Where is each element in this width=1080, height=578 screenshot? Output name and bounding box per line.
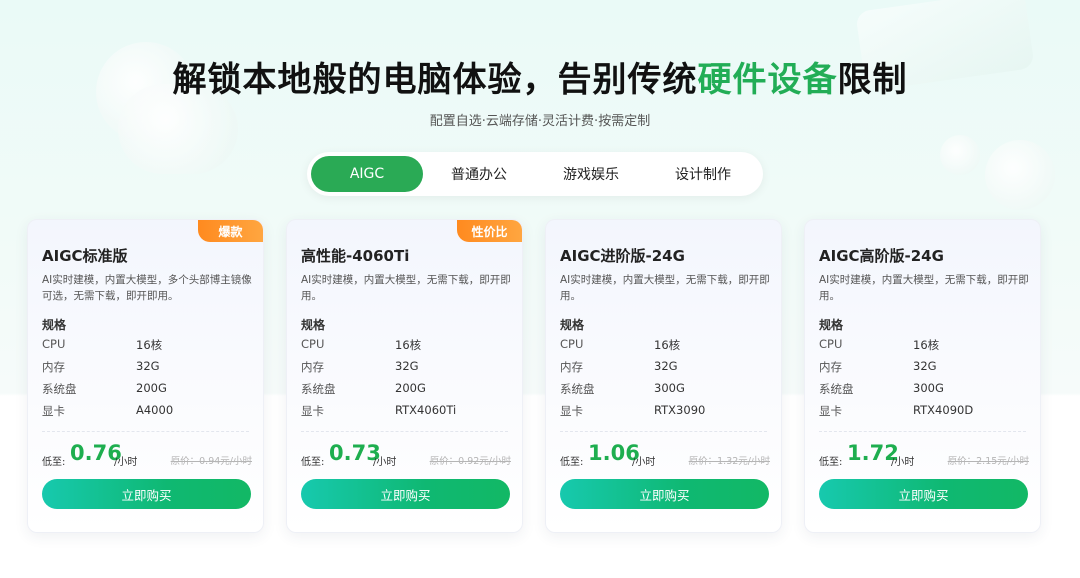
card-title: 高性能-4060Ti	[301, 247, 410, 265]
price-prefix: 低至:	[560, 457, 584, 468]
original-price: 原价：0.94元/小时	[170, 456, 252, 467]
spec-cpu: CPU 16核	[819, 337, 940, 352]
title-highlight: 硬件设备	[697, 60, 838, 100]
spec-cpu: CPU 16核	[42, 337, 163, 352]
buy-button[interactable]: 立即购买	[301, 479, 510, 509]
card-title: AIGC标准版	[42, 247, 128, 265]
divider	[819, 431, 1026, 432]
spec-heading: 规格	[301, 318, 326, 332]
divider	[560, 431, 767, 432]
spec-disk: 系统盘 300G	[560, 381, 685, 396]
spec-gpu: 显卡 RTX3090	[560, 403, 706, 418]
price-row: 低至: 1.72 /小时 原价：2.15元/小时	[819, 440, 1029, 470]
decor-disc-right	[940, 135, 980, 175]
product-card-aigc-premium: AIGC高阶版-24G AI实时建模，内置大模型，无需下载，即开即用。 规格 C…	[804, 219, 1041, 533]
price-row: 低至: 0.73 /小时 原价：0.92元/小时	[301, 440, 511, 470]
page-subtitle: 配置自选·云端存储·灵活计费·按需定制	[429, 114, 651, 129]
card-description: AI实时建模，内置大模型，无需下载，即开即用。	[301, 274, 511, 302]
spec-memory: 内存 32G	[560, 359, 678, 374]
product-card-4060ti: 性价比 高性能-4060Ti AI实时建模，内置大模型，无需下载，即开即用。 规…	[286, 219, 523, 533]
original-price: 原价：2.15元/小时	[947, 456, 1029, 467]
spec-gpu: 显卡 A4000	[42, 403, 174, 418]
product-card-aigc-advanced: AIGC进阶版-24G AI实时建模，内置大模型，无需下载，即开即用。 规格 C…	[545, 219, 782, 533]
card-title: AIGC进阶版-24G	[560, 247, 685, 265]
tab-office[interactable]: 普通办公	[423, 156, 535, 192]
spec-cpu: CPU 16核	[560, 337, 681, 352]
price-prefix: 低至:	[301, 457, 325, 468]
spec-memory: 内存 32G	[819, 359, 937, 374]
divider	[301, 431, 508, 432]
card-description: AI实时建模，内置大模型，无需下载，即开即用。	[560, 274, 770, 302]
category-tabs: AIGC 普通办公 游戏娱乐 设计制作	[307, 152, 763, 196]
buy-button[interactable]: 立即购买	[560, 479, 769, 509]
hot-badge: 爆款	[198, 220, 263, 242]
tab-design[interactable]: 设计制作	[647, 156, 759, 192]
spec-disk: 系统盘 300G	[819, 381, 944, 396]
spec-gpu: 显卡 RTX4090D	[819, 403, 974, 418]
price-prefix: 低至:	[819, 457, 843, 468]
product-card-aigc-standard: 爆款 AIGC标准版 AI实时建模，内置大模型，多个头部博主镜像可选，无需下载，…	[27, 219, 264, 533]
original-price: 原价：1.32元/小时	[688, 456, 770, 467]
original-price: 原价：0.92元/小时	[429, 456, 511, 467]
price-row: 低至: 1.06 /小时 原价：1.32元/小时	[560, 440, 770, 470]
spec-gpu: 显卡 RTX4060Ti	[301, 403, 457, 418]
price-unit: /小时	[891, 457, 915, 468]
tab-gaming[interactable]: 游戏娱乐	[535, 156, 647, 192]
price-row: 低至: 0.76 /小时 原价：0.94元/小时	[42, 440, 252, 470]
spec-memory: 内存 32G	[42, 359, 160, 374]
buy-button[interactable]: 立即购买	[42, 479, 251, 509]
spec-memory: 内存 32G	[301, 359, 419, 374]
price-prefix: 低至:	[42, 457, 66, 468]
spec-heading: 规格	[42, 318, 67, 332]
price-unit: /小时	[114, 457, 138, 468]
spec-disk: 系统盘 200G	[42, 381, 167, 396]
spec-heading: 规格	[819, 318, 844, 332]
card-description: AI实时建模，内置大模型，多个头部博主镜像可选，无需下载，即开即用。	[42, 274, 252, 302]
decor-bubble-right	[985, 140, 1055, 210]
page-title: 解锁本地般的电脑体验，告别传统硬件设备限制	[172, 60, 908, 100]
buy-button[interactable]: 立即购买	[819, 479, 1028, 509]
value-badge: 性价比	[457, 220, 522, 242]
card-title: AIGC高阶版-24G	[819, 247, 944, 265]
spec-disk: 系统盘 200G	[301, 381, 426, 396]
card-description: AI实时建模，内置大模型，无需下载，即开即用。	[819, 274, 1029, 302]
price-unit: /小时	[632, 457, 656, 468]
spec-cpu: CPU 16核	[301, 337, 422, 352]
divider	[42, 431, 249, 432]
tab-aigc[interactable]: AIGC	[311, 156, 423, 192]
spec-heading: 规格	[560, 318, 585, 332]
price-unit: /小时	[373, 457, 397, 468]
